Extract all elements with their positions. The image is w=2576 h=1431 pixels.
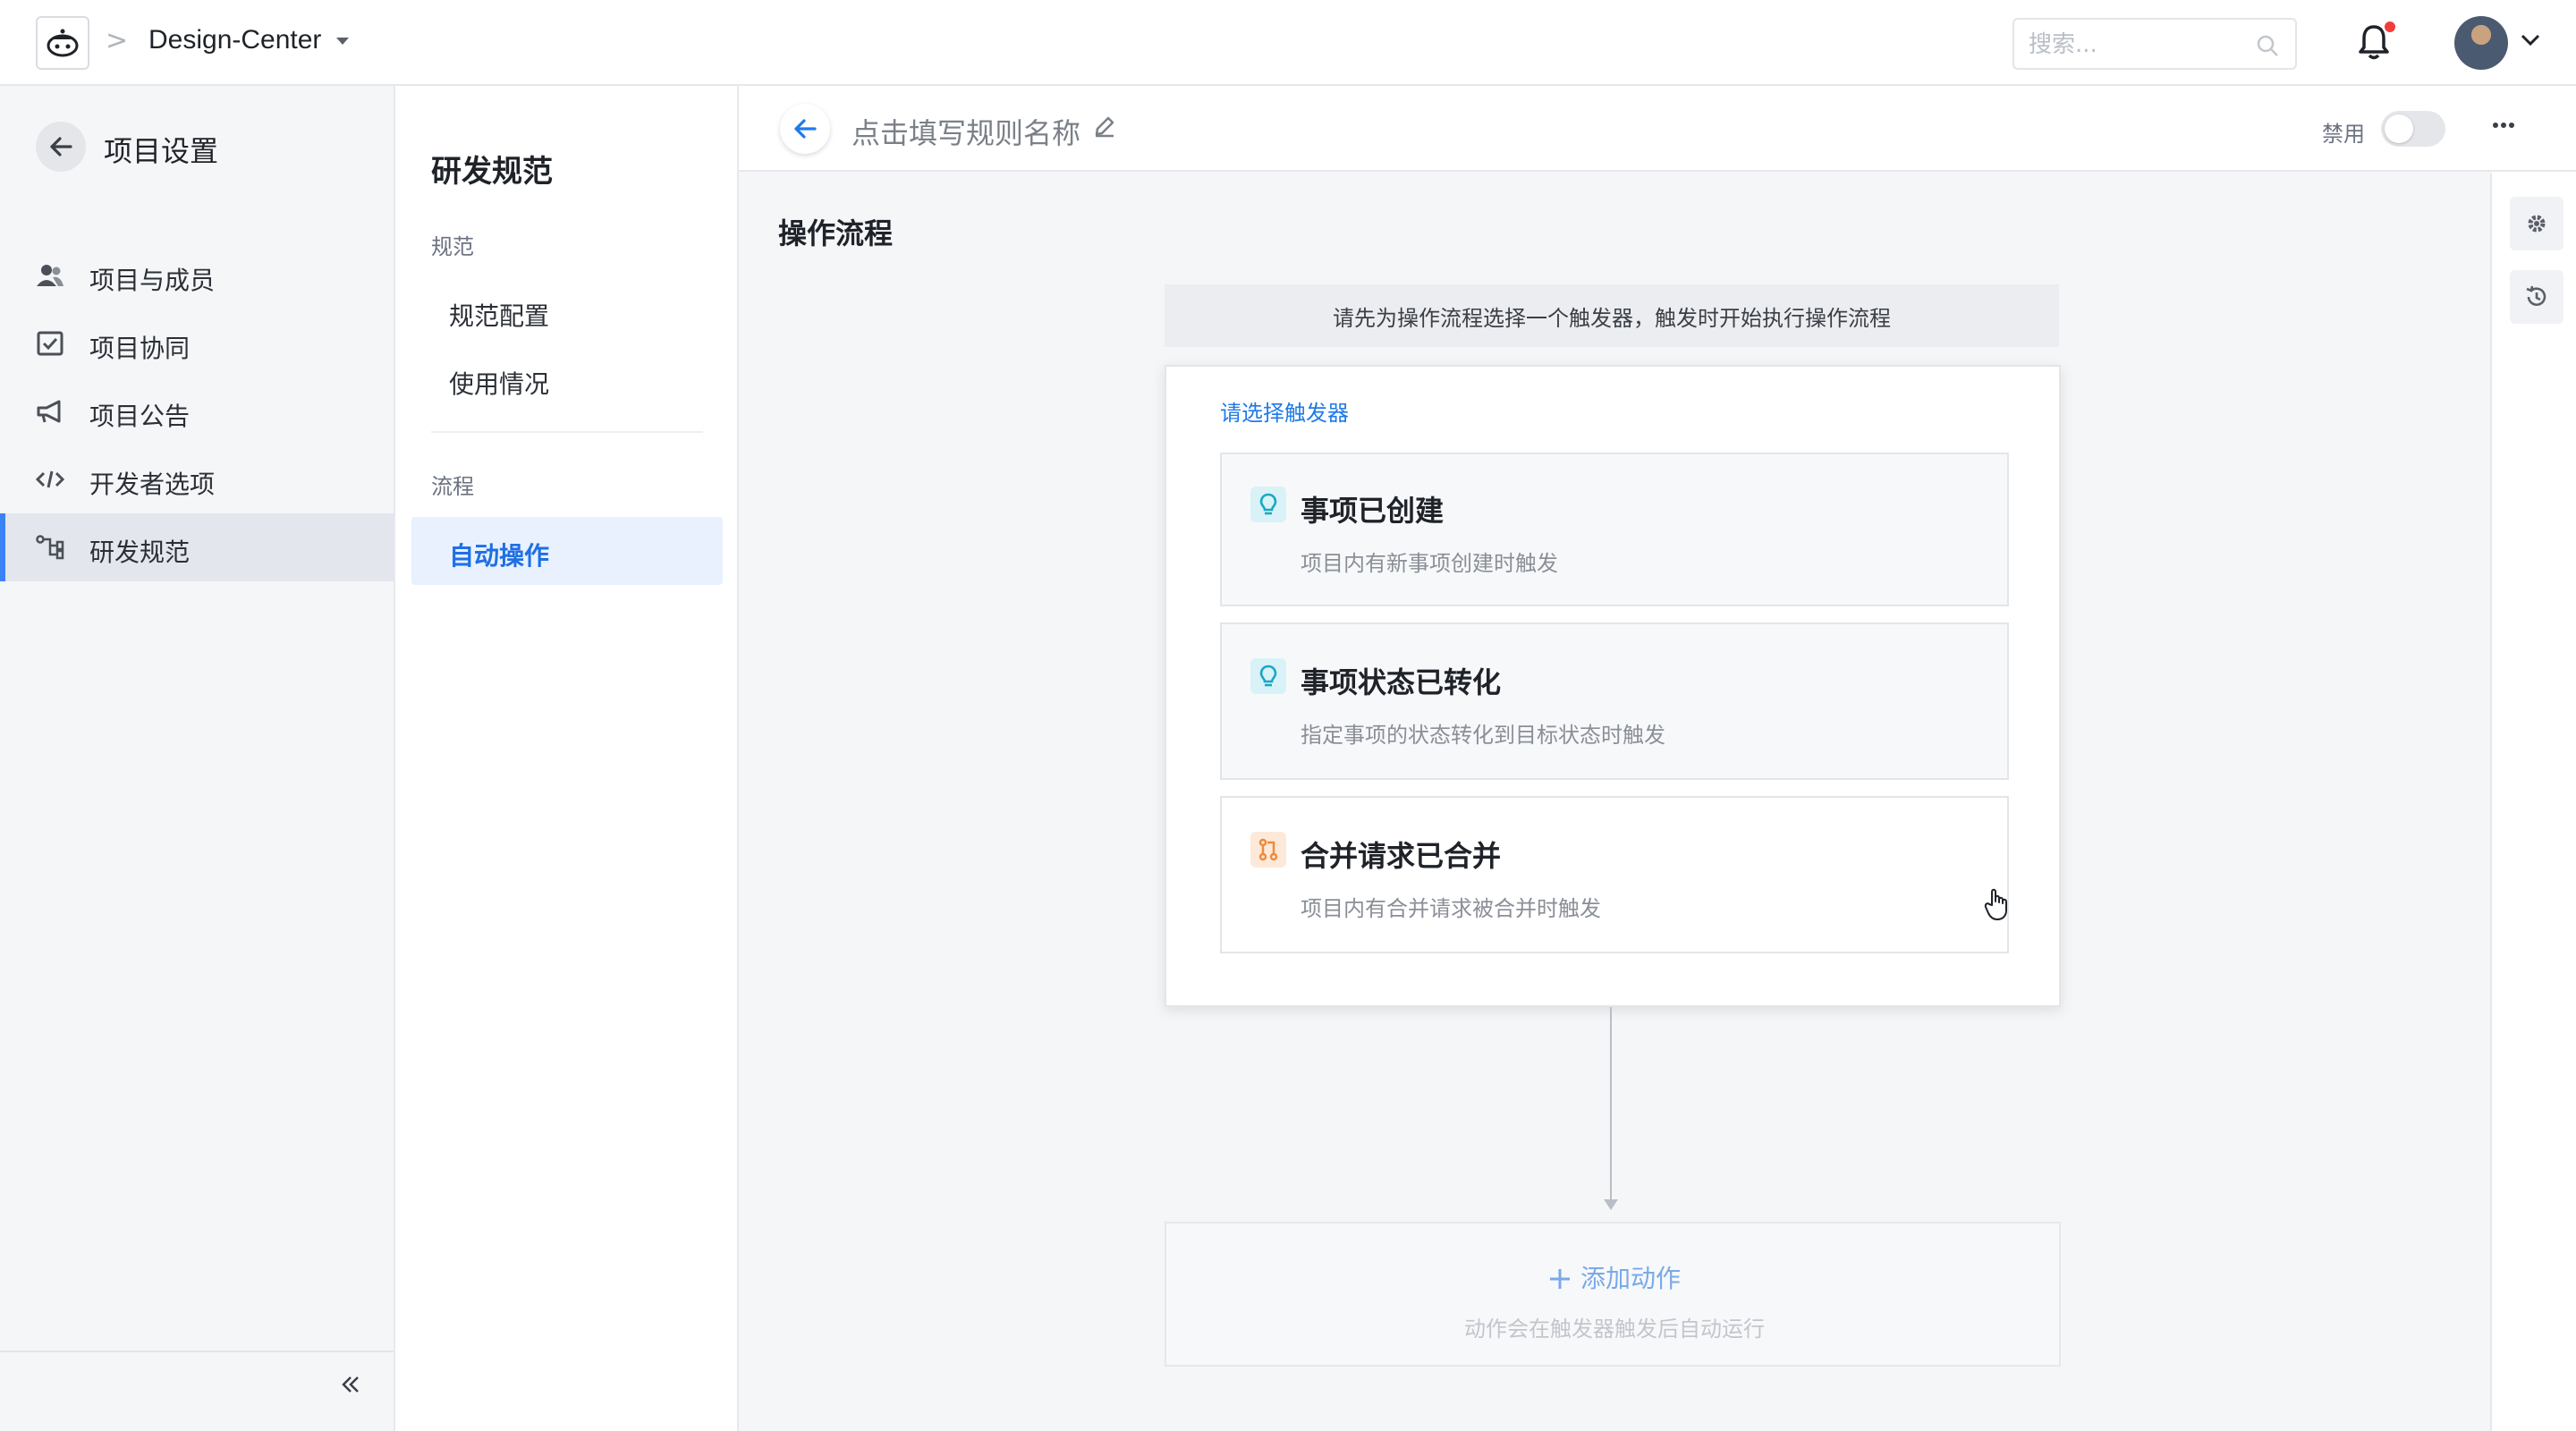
settings-button[interactable] [2510,197,2563,250]
rule-back-button[interactable] [780,104,830,154]
history-button[interactable] [2510,270,2563,324]
search-input[interactable] [2029,30,2243,59]
subnav-item-auto-operation[interactable]: 自动操作 [411,517,723,585]
bulb-icon [1250,487,1286,522]
sidebar-item-announcement[interactable]: 项目公告 [0,377,394,445]
notification-dot [2385,21,2395,32]
search-box [2012,18,2297,70]
add-action-label: 添加动作 [1580,1264,1681,1293]
subnav-item-label: 使用情况 [449,369,550,399]
trigger-hint-text: 请先为操作流程选择一个触发器，触发时开始执行操作流程 [1333,305,1891,331]
add-action-description: 动作会在触发器触发后自动运行 [1464,1317,1765,1342]
user-avatar[interactable] [2454,16,2508,70]
settings-sidebar: 项目设置 项目与成员 项目协同 项目公告 开发者选项 研发规范 [0,86,395,1431]
megaphone-icon [37,400,61,423]
gear-icon [2528,215,2546,233]
back-button[interactable] [36,122,86,172]
toggle-knob [2385,114,2413,143]
sidebar-item-members[interactable]: 项目与成员 [0,241,394,309]
search-icon[interactable] [2256,34,2279,57]
trigger-selector-card: 请选择触发器 事项已创建 项目内有新事项创建时触发 事项状态已转化 指定事项的状… [1165,365,2061,1007]
caret-down-icon[interactable] [335,36,351,47]
trigger-description: 项目内有新事项创建时触发 [1301,551,1558,576]
spec-subnav: 研发规范 规范 规范配置 使用情况 流程 自动操作 [395,86,739,1431]
subnav-item-label: 自动操作 [449,541,550,571]
enable-toggle[interactable] [2381,111,2445,147]
subnav-item-usage[interactable]: 使用情况 [411,345,723,413]
members-icon [37,265,64,286]
history-icon [2526,285,2546,306]
hand-cursor-icon [1984,888,2007,920]
sidebar-title: 项目设置 [104,134,219,168]
sidebar-item-collab[interactable]: 项目协同 [0,309,394,377]
sidebar-item-label: 研发规范 [89,538,191,567]
section-title: 操作流程 [778,216,894,250]
trigger-selector-label: 请选择触发器 [1220,401,1349,426]
sidebar-item-label: 项目与成员 [89,266,216,295]
main-content: 点击填写规则名称 禁用 操作流程 请先为操作流程选择一个触发器，触发时开始执行操… [739,86,2576,1431]
sidebar-item-dev-spec[interactable]: 研发规范 [0,513,394,581]
project-switcher[interactable]: Design-Center [148,25,321,55]
arrow-left-icon [50,137,72,157]
trigger-hint: 请先为操作流程选择一个触发器，触发时开始执行操作流程 [1165,284,2059,347]
subnav-divider [431,431,703,433]
trigger-title: 事项已创建 [1301,494,1445,528]
sidebar-item-developer[interactable]: 开发者选项 [0,445,394,513]
subnav-item-label: 规范配置 [449,301,550,331]
bulb-icon [1250,658,1286,694]
toggle-label: 禁用 [2322,122,2365,147]
trigger-title: 事项状态已转化 [1301,665,1502,699]
trigger-description: 项目内有合并请求被合并时触发 [1301,896,1601,921]
subnav-section-spec: 规范 [431,234,474,259]
trigger-option-item-created[interactable]: 事项已创建 项目内有新事项创建时触发 [1220,453,2009,606]
checkbox-icon [37,331,64,356]
flow-icon [36,535,64,560]
add-action-row: 添加动作 [1166,1259,2063,1295]
subnav-section-flow: 流程 [431,474,474,499]
top-bar: > Design-Center [0,0,2576,86]
more-options-icon[interactable] [2492,122,2515,129]
right-tool-rail [2490,174,2576,1431]
edit-pencil-icon[interactable] [1093,114,1116,138]
logo-icon [47,29,79,57]
chevron-down-icon[interactable] [2521,34,2540,47]
breadcrumb-chevron-icon: > [106,25,129,56]
app-logo[interactable] [36,16,89,70]
subnav-title: 研发规范 [431,154,553,190]
sidebar-divider [0,1351,394,1352]
sidebar-item-label: 项目协同 [89,334,191,363]
plus-icon [1549,1269,1570,1289]
trigger-description: 指定事项的状态转化到目标状态时触发 [1301,723,1665,748]
arrow-down-icon [1604,1199,1618,1210]
sidebar-item-label: 项目公告 [89,402,191,431]
subnav-item-spec-config[interactable]: 规范配置 [411,277,723,345]
collapse-sidebar-icon[interactable] [340,1374,361,1395]
sidebar-item-label: 开发者选项 [89,470,216,499]
add-action-button[interactable]: 添加动作 动作会在触发器触发后自动运行 [1165,1222,2061,1367]
arrow-left-icon [794,119,817,139]
code-icon [36,470,64,488]
trigger-option-status-changed[interactable]: 事项状态已转化 指定事项的状态转化到目标状态时触发 [1220,622,2009,780]
merge-icon [1250,832,1286,868]
trigger-option-merge-request-merged[interactable]: 合并请求已合并 项目内有合并请求被合并时触发 [1220,796,2009,953]
trigger-title: 合并请求已合并 [1301,839,1502,873]
rule-name-field[interactable]: 点击填写规则名称 [852,111,1080,152]
rule-header: 点击填写规则名称 禁用 [739,86,2576,172]
flow-connector-line [1610,1007,1612,1204]
